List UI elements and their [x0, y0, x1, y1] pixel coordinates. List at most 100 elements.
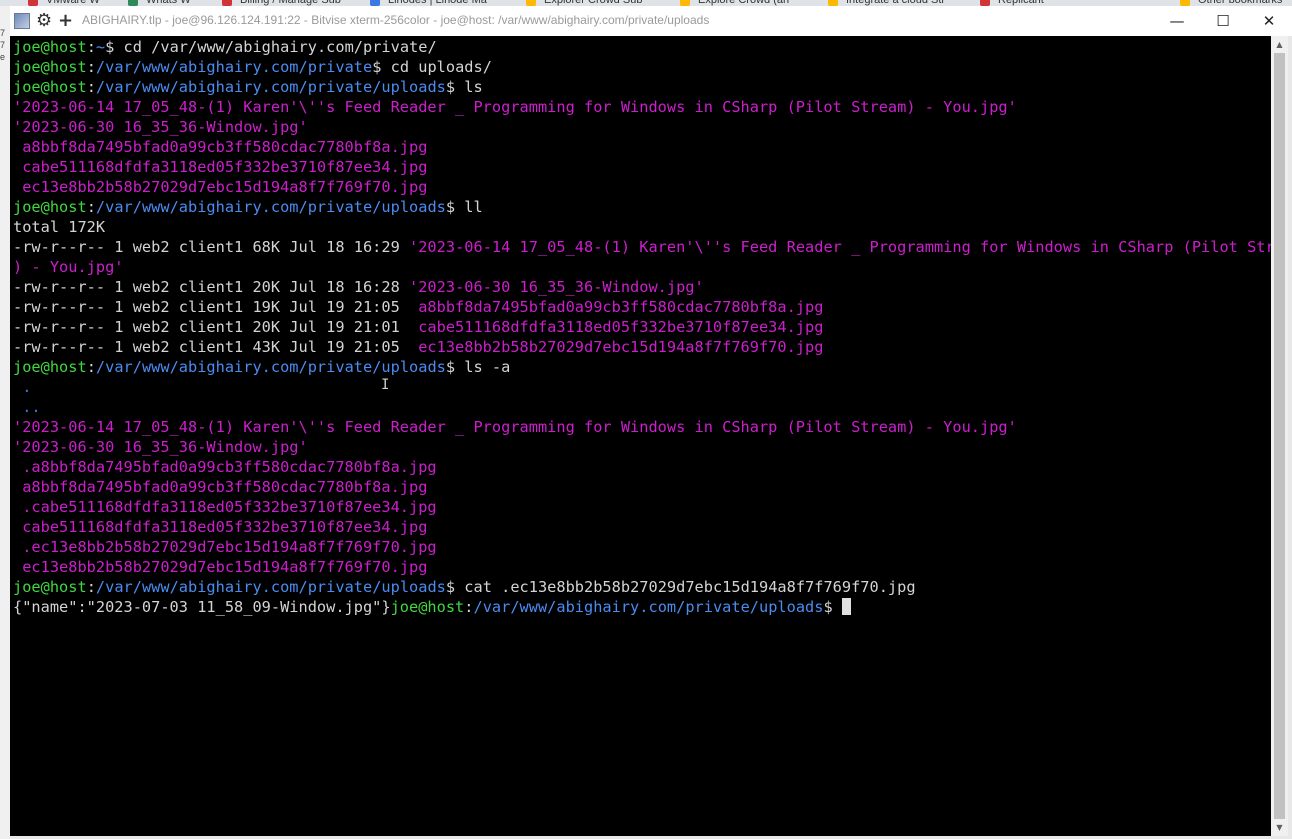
terminal-titlebar: ABIGHAIRY.tlp - joe@96.126.124.191:22 - … — [10, 6, 1292, 36]
terminal-line: -rw-r--r-- 1 web2 client1 20K Jul 18 16:… — [13, 277, 1271, 297]
terminal-screen[interactable]: joe@host:~$ cd /var/www/abighairy.com/pr… — [10, 36, 1271, 836]
prompt-user: joe@host — [13, 58, 87, 76]
scrollbar-thumb[interactable] — [1274, 53, 1285, 819]
terminal-text: $ ls -a — [445, 358, 511, 376]
file-name: '2023-06-30 16_35_36-Window.jpg' — [13, 118, 308, 136]
prompt-user: joe@host — [13, 578, 87, 596]
file-name: .a8bbf8da7495bfad0a99cb3ff580cdac7780bf8… — [13, 458, 437, 476]
terminal-text: -rw-r--r-- 1 web2 client1 68K Jul 18 16:… — [13, 238, 410, 256]
prompt-path: ~ — [95, 38, 106, 56]
terminal-line: -rw-r--r-- 1 web2 client1 43K Jul 19 21:… — [13, 337, 1271, 357]
file-name: a8bbf8da7495bfad0a99cb3ff580cdac7780bf8a… — [13, 138, 428, 156]
terminal-line: ec13e8bb2b58b27029d7ebc15d194a8f7f769f70… — [13, 557, 1271, 577]
file-name: ) - You.jpg' — [13, 258, 124, 276]
terminal-text: $ cd uploads/ — [372, 58, 492, 76]
terminal-line: total 172K — [13, 217, 1271, 237]
file-name: '2023-06-30 16_35_36-Window.jpg' — [13, 438, 308, 456]
terminal-output: joe@host:~$ cd /var/www/abighairy.com/pr… — [13, 37, 1271, 617]
terminal-text: -rw-r--r-- 1 web2 client1 20K Jul 19 21:… — [13, 318, 419, 336]
vertical-scrollbar[interactable]: ▲ ▼ — [1271, 36, 1288, 836]
terminal-line: cabe511168dfdfa3118ed05f332be3710f87ee34… — [13, 517, 1271, 537]
background-text: e — [0, 52, 6, 62]
file-name: cabe511168dfdfa3118ed05f332be3710f87ee34… — [13, 518, 428, 536]
terminal-line: '2023-06-14 17_05_48-(1) Karen'\''s Feed… — [13, 417, 1271, 437]
file-name: ec13e8bb2b58b27029d7ebc15d194a8f7f769f70… — [13, 178, 428, 196]
terminal-text: : — [86, 58, 96, 76]
directory-name: . — [13, 378, 32, 396]
file-name: ec13e8bb2b58b27029d7ebc15d194a8f7f769f70… — [418, 338, 824, 356]
terminal-line: .ec13e8bb2b58b27029d7ebc15d194a8f7f769f7… — [13, 537, 1271, 557]
window-border — [1288, 36, 1292, 839]
file-name: '2023-06-14 17_05_48-(1) Karen'\''s Feed… — [409, 238, 1271, 256]
terminal-text: : — [86, 198, 96, 216]
minimize-button[interactable]: — — [1154, 6, 1200, 36]
file-name: '2023-06-14 17_05_48-(1) Karen'\''s Feed… — [13, 418, 1017, 436]
file-name: cabe511168dfdfa3118ed05f332be3710f87ee34… — [418, 318, 824, 336]
prompt-path: /var/www/abighairy.com/private/uploads — [95, 578, 446, 596]
terminal-line: a8bbf8da7495bfad0a99cb3ff580cdac7780bf8a… — [13, 137, 1271, 157]
terminal-line: '2023-06-30 16_35_36-Window.jpg' — [13, 437, 1271, 457]
prompt-user: joe@host — [13, 198, 87, 216]
terminal-text: : — [86, 38, 96, 56]
terminal-text: -rw-r--r-- 1 web2 client1 20K Jul 18 16:… — [13, 278, 410, 296]
terminal-text: $ ll — [445, 198, 483, 216]
plus-icon[interactable]: + — [58, 12, 73, 30]
terminal-line: . — [13, 377, 1271, 397]
terminal-text: $ cat .ec13e8bb2b58b27029d7ebc15d194a8f7… — [445, 578, 916, 596]
terminal-text: -rw-r--r-- 1 web2 client1 43K Jul 19 21:… — [13, 338, 419, 356]
close-button[interactable]: ✕ — [1246, 6, 1292, 36]
file-name: .ec13e8bb2b58b27029d7ebc15d194a8f7f769f7… — [13, 538, 437, 556]
scroll-down-arrow-icon[interactable]: ▼ — [1271, 819, 1288, 836]
terminal-text: : — [464, 598, 474, 616]
prompt-user: joe@host — [13, 78, 87, 96]
file-name: ec13e8bb2b58b27029d7ebc15d194a8f7f769f70… — [13, 558, 428, 576]
terminal-line: -rw-r--r-- 1 web2 client1 19K Jul 19 21:… — [13, 297, 1271, 317]
terminal-text: : — [86, 578, 96, 596]
putty-terminal-icon[interactable] — [14, 13, 30, 29]
terminal-text: : — [86, 358, 96, 376]
file-name: .cabe511168dfdfa3118ed05f332be3710f87ee3… — [13, 498, 437, 516]
terminal-line: .a8bbf8da7495bfad0a99cb3ff580cdac7780bf8… — [13, 457, 1271, 477]
terminal-line: ) - You.jpg' — [13, 257, 1271, 277]
terminal-line: joe@host:/var/www/abighairy.com/private$… — [13, 57, 1271, 77]
file-name: '2023-06-30 16_35_36-Window.jpg' — [409, 278, 704, 296]
terminal-line: joe@host:~$ cd /var/www/abighairy.com/pr… — [13, 37, 1271, 57]
ibeam-cursor-icon: I — [381, 377, 390, 393]
terminal-text: $ cd /var/www/abighairy.com/private/ — [105, 38, 437, 56]
terminal-text: -rw-r--r-- 1 web2 client1 19K Jul 19 21:… — [13, 298, 419, 316]
terminal-line: joe@host:/var/www/abighairy.com/private/… — [13, 77, 1271, 97]
directory-name: .. — [13, 398, 41, 416]
scroll-up-arrow-icon[interactable]: ▲ — [1271, 36, 1288, 53]
terminal-text: $ — [823, 598, 842, 616]
prompt-path: /var/www/abighairy.com/private/uploads — [95, 358, 446, 376]
prompt-user: joe@host — [13, 38, 87, 56]
terminal-text: : — [86, 78, 96, 96]
terminal-line: '2023-06-30 16_35_36-Window.jpg' — [13, 117, 1271, 137]
terminal-line: a8bbf8da7495bfad0a99cb3ff580cdac7780bf8a… — [13, 477, 1271, 497]
terminal-line: -rw-r--r-- 1 web2 client1 20K Jul 19 21:… — [13, 317, 1271, 337]
file-name: a8bbf8da7495bfad0a99cb3ff580cdac7780bf8a… — [418, 298, 824, 316]
prompt-path: /var/www/abighairy.com/private/uploads — [95, 78, 446, 96]
text-cursor — [841, 598, 851, 615]
terminal-line: {"name":"2023-07-03 11_58_09-Window.jpg"… — [13, 597, 1271, 617]
terminal-text: {"name":"2023-07-03 11_58_09-Window.jpg"… — [13, 598, 391, 616]
file-name: a8bbf8da7495bfad0a99cb3ff580cdac7780bf8a… — [13, 478, 428, 496]
terminal-line: joe@host:/var/www/abighairy.com/private/… — [13, 357, 1271, 377]
gear-icon[interactable]: ⚙ — [36, 12, 52, 30]
terminal-line: -rw-r--r-- 1 web2 client1 68K Jul 18 16:… — [13, 237, 1271, 257]
terminal-line: ec13e8bb2b58b27029d7ebc15d194a8f7f769f70… — [13, 177, 1271, 197]
background-text: 7 — [0, 28, 6, 38]
terminal-line: .. — [13, 397, 1271, 417]
terminal-line: '2023-06-14 17_05_48-(1) Karen'\''s Feed… — [13, 97, 1271, 117]
terminal-line: joe@host:/var/www/abighairy.com/private/… — [13, 577, 1271, 597]
background-window-strip: 7 7 e — [0, 6, 10, 839]
prompt-user: joe@host — [390, 598, 465, 616]
terminal-line: joe@host:/var/www/abighairy.com/private/… — [13, 197, 1271, 217]
prompt-user: joe@host — [13, 358, 87, 376]
terminal-line: .cabe511168dfdfa3118ed05f332be3710f87ee3… — [13, 497, 1271, 517]
prompt-path: /var/www/abighairy.com/private/uploads — [95, 198, 446, 216]
window-title: ABIGHAIRY.tlp - joe@96.126.124.191:22 - … — [82, 13, 710, 27]
maximize-button[interactable]: ☐ — [1200, 6, 1246, 36]
terminal-line: cabe511168dfdfa3118ed05f332be3710f87ee34… — [13, 157, 1271, 177]
terminal-text: $ ls — [445, 78, 483, 96]
